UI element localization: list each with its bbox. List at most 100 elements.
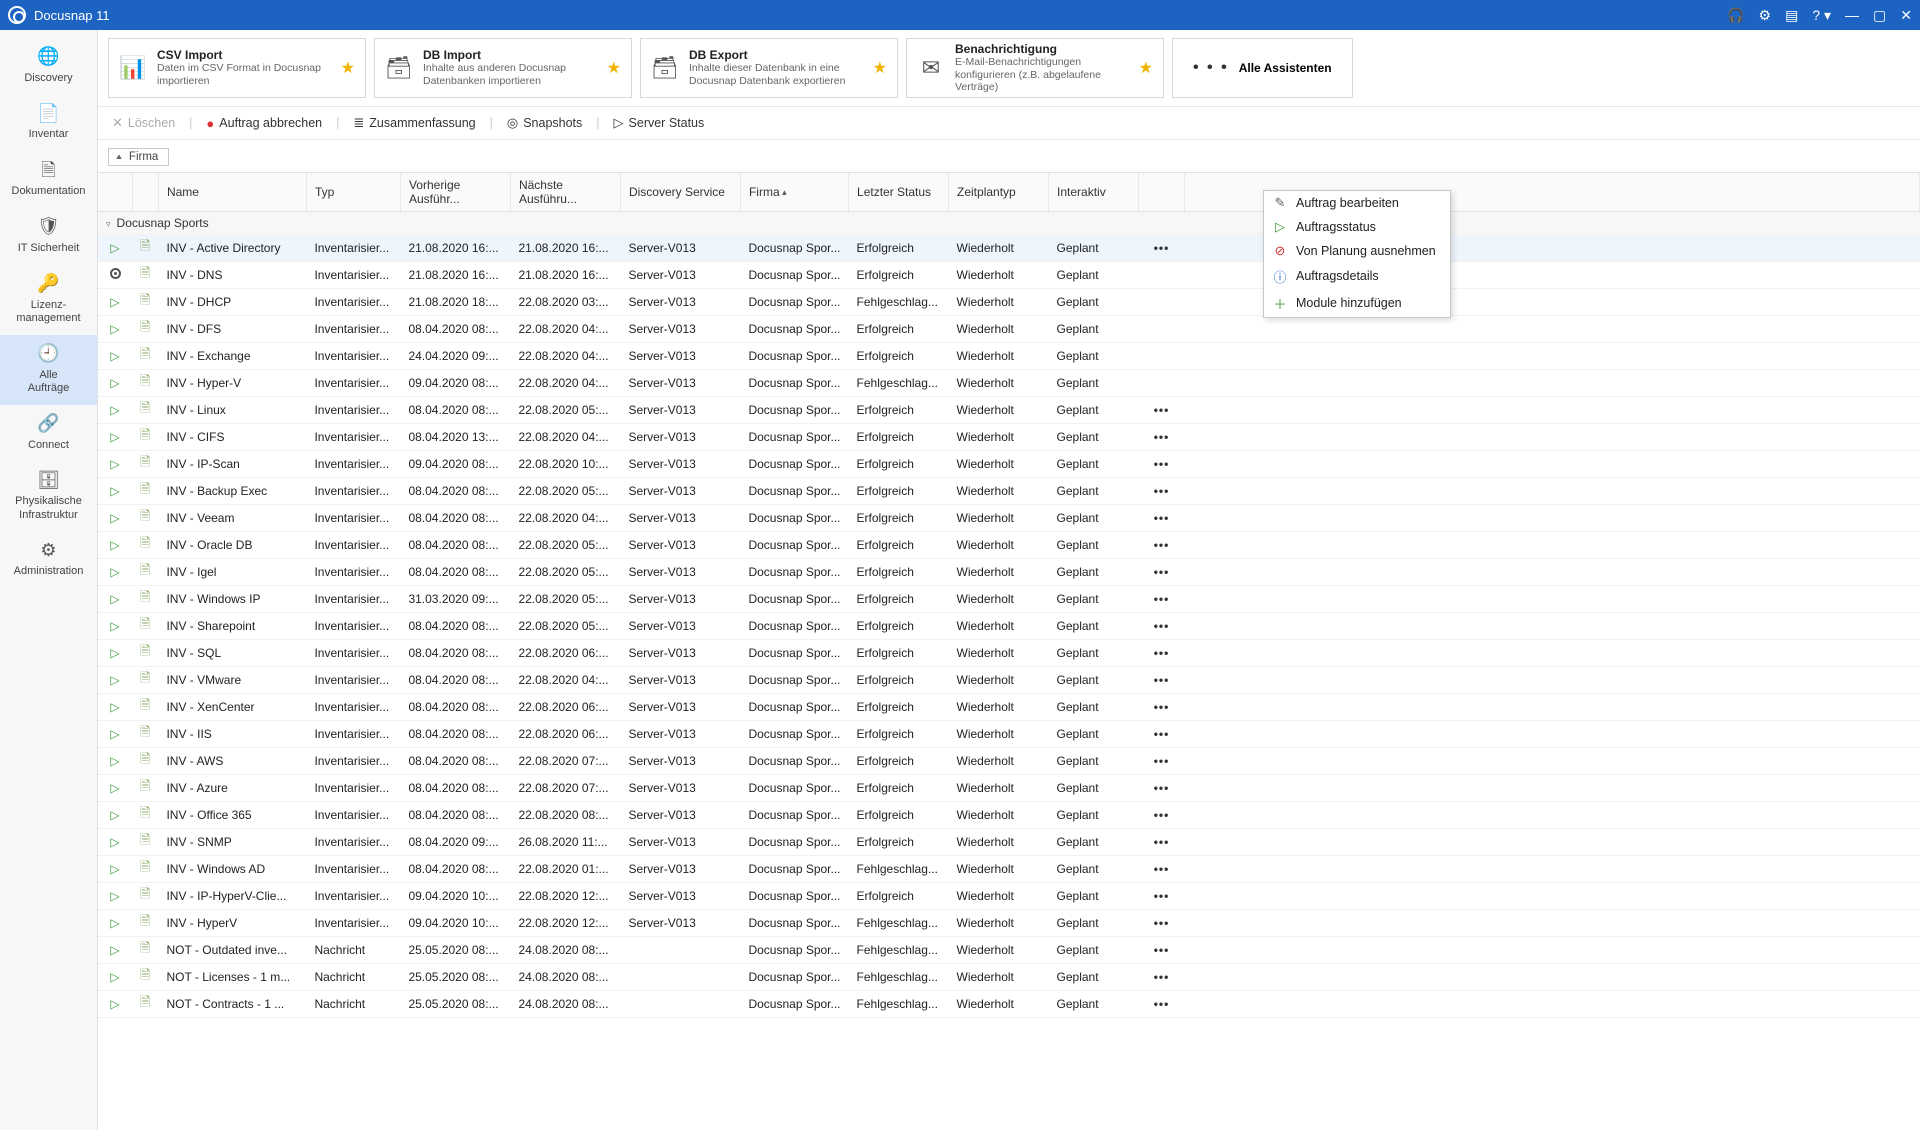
maximize-icon[interactable]: ▢ bbox=[1873, 7, 1886, 24]
row-actions-button[interactable]: ••• bbox=[1139, 990, 1185, 1017]
table-row[interactable]: ▷🗎INV - Hyper-VInventarisier...09.04.202… bbox=[98, 369, 1920, 396]
table-row[interactable]: ▷🗎INV - VMwareInventarisier...08.04.2020… bbox=[98, 666, 1920, 693]
cancel-job-button[interactable]: ● Auftrag abbrechen bbox=[206, 116, 322, 131]
row-actions-button[interactable] bbox=[1139, 261, 1185, 288]
column-header[interactable]: Zeitplantyp bbox=[949, 172, 1049, 211]
column-header[interactable] bbox=[98, 172, 132, 211]
column-header[interactable]: Letzter Status bbox=[849, 172, 949, 211]
table-row[interactable]: ▷🗎INV - SNMPInventarisier...08.04.2020 0… bbox=[98, 828, 1920, 855]
table-row[interactable]: ▷🗎NOT - Contracts - 1 ...Nachricht25.05.… bbox=[98, 990, 1920, 1017]
settings-icon[interactable]: ⚙ bbox=[1759, 7, 1772, 24]
row-actions-button[interactable]: ••• bbox=[1139, 531, 1185, 558]
row-actions-button[interactable]: ••• bbox=[1139, 450, 1185, 477]
table-row[interactable]: ▷🗎INV - XenCenterInventarisier...08.04.2… bbox=[98, 693, 1920, 720]
row-actions-button[interactable]: ••• bbox=[1139, 882, 1185, 909]
table-row[interactable]: ▷🗎INV - SQLInventarisier...08.04.2020 08… bbox=[98, 639, 1920, 666]
row-actions-button[interactable] bbox=[1139, 342, 1185, 369]
column-header[interactable]: Discovery Service bbox=[620, 172, 740, 211]
table-row[interactable]: ▷🗎INV - DHCPInventarisier...21.08.2020 1… bbox=[98, 288, 1920, 315]
row-actions-button[interactable]: ••• bbox=[1139, 396, 1185, 423]
row-actions-button[interactable]: ••• bbox=[1139, 666, 1185, 693]
sidebar-item-alle-auftr-ge[interactable]: 🕘Alle Aufträge bbox=[0, 335, 97, 405]
row-actions-button[interactable]: ••• bbox=[1139, 504, 1185, 531]
column-header[interactable]: Interaktiv bbox=[1049, 172, 1139, 211]
card-notification[interactable]: ✉ Benachrichtigung E-Mail-Benachrichtigu… bbox=[906, 38, 1164, 98]
help-icon[interactable]: ? ▾ bbox=[1812, 7, 1831, 24]
row-actions-button[interactable]: ••• bbox=[1139, 720, 1185, 747]
column-header[interactable]: Nächste Ausführu... bbox=[510, 172, 620, 211]
column-header[interactable]: Vorherige Ausführ... bbox=[400, 172, 510, 211]
server-status-button[interactable]: ▷ Server Status bbox=[614, 115, 705, 131]
table-row[interactable]: ▷🗎INV - Office 365Inventarisier...08.04.… bbox=[98, 801, 1920, 828]
row-actions-button[interactable]: ••• bbox=[1139, 558, 1185, 585]
context-menu-item-plus[interactable]: ＋Module hinzufügen bbox=[1264, 290, 1450, 317]
row-actions-button[interactable]: ••• bbox=[1139, 585, 1185, 612]
row-actions-button[interactable]: ••• bbox=[1139, 639, 1185, 666]
table-row[interactable]: ▷🗎INV - SharepointInventarisier...08.04.… bbox=[98, 612, 1920, 639]
star-icon[interactable]: ★ bbox=[873, 58, 887, 78]
table-row[interactable]: ▷🗎INV - Windows IPInventarisier...31.03.… bbox=[98, 585, 1920, 612]
table-row[interactable]: ▷🗎INV - HyperVInventarisier...09.04.2020… bbox=[98, 909, 1920, 936]
table-row[interactable]: ▷🗎INV - IISInventarisier...08.04.2020 08… bbox=[98, 720, 1920, 747]
sidebar-item-physikalische-infrastruktur[interactable]: 🗄Physikalische Infrastruktur bbox=[0, 462, 97, 532]
row-actions-button[interactable] bbox=[1139, 288, 1185, 315]
row-actions-button[interactable]: ••• bbox=[1139, 855, 1185, 882]
sidebar-item-discovery[interactable]: 🌐Discovery bbox=[0, 38, 97, 95]
table-row[interactable]: ▷🗎INV - Oracle DBInventarisier...08.04.2… bbox=[98, 531, 1920, 558]
table-row[interactable]: ▷🗎NOT - Outdated inve...Nachricht25.05.2… bbox=[98, 936, 1920, 963]
star-icon[interactable]: ★ bbox=[1139, 58, 1153, 78]
card-db-export[interactable]: 🗃 DB Export Inhalte dieser Datenbank in … bbox=[640, 38, 898, 98]
context-menu-item-info[interactable]: ⓘAuftragsdetails bbox=[1264, 263, 1450, 290]
table-row[interactable]: ▷🗎INV - AWSInventarisier...08.04.2020 08… bbox=[98, 747, 1920, 774]
row-actions-button[interactable]: ••• bbox=[1139, 936, 1185, 963]
column-header[interactable] bbox=[132, 172, 158, 211]
group-header-row[interactable]: ▿Docusnap Sports bbox=[98, 211, 1920, 234]
table-row[interactable]: 🗎INV - DNSInventarisier...21.08.2020 16:… bbox=[98, 261, 1920, 288]
table-row[interactable]: ▷🗎INV - ExchangeInventarisier...24.04.20… bbox=[98, 342, 1920, 369]
close-icon[interactable]: ✕ bbox=[1900, 7, 1912, 24]
table-row[interactable]: ▷🗎INV - CIFSInventarisier...08.04.2020 1… bbox=[98, 423, 1920, 450]
table-row[interactable]: ▷🗎INV - Windows ADInventarisier...08.04.… bbox=[98, 855, 1920, 882]
headset-icon[interactable]: 🎧 bbox=[1727, 7, 1744, 24]
context-menu-item-edit[interactable]: ✎Auftrag bearbeiten bbox=[1264, 191, 1450, 215]
table-row[interactable]: ▷🗎INV - IP-HyperV-Clie...Inventarisier..… bbox=[98, 882, 1920, 909]
column-header[interactable]: Typ bbox=[306, 172, 400, 211]
card-all-assistants[interactable]: • • • Alle Assistenten bbox=[1172, 38, 1353, 98]
row-actions-button[interactable]: ••• bbox=[1139, 774, 1185, 801]
star-icon[interactable]: ★ bbox=[341, 58, 355, 78]
column-header[interactable]: Firma bbox=[740, 172, 848, 211]
row-actions-button[interactable]: ••• bbox=[1139, 612, 1185, 639]
card-csv-import[interactable]: 📊 CSV Import Daten im CSV Format in Docu… bbox=[108, 38, 366, 98]
star-icon[interactable]: ★ bbox=[607, 58, 621, 78]
table-row[interactable]: ▷🗎INV - AzureInventarisier...08.04.2020 … bbox=[98, 774, 1920, 801]
sidebar-item-administration[interactable]: ⚙Administration bbox=[0, 532, 97, 589]
snapshots-button[interactable]: ◎ Snapshots bbox=[507, 115, 582, 131]
table-row[interactable]: ▷🗎INV - LinuxInventarisier...08.04.2020 … bbox=[98, 396, 1920, 423]
sidebar-item-inventar[interactable]: 📄Inventar bbox=[0, 95, 97, 152]
delete-button[interactable]: ✕ Löschen bbox=[112, 115, 175, 131]
table-row[interactable]: ▷🗎INV - DFSInventarisier...08.04.2020 08… bbox=[98, 315, 1920, 342]
row-actions-button[interactable]: ••• bbox=[1139, 234, 1185, 261]
group-chip-firma[interactable]: Firma bbox=[108, 148, 169, 166]
row-actions-button[interactable]: ••• bbox=[1139, 828, 1185, 855]
summary-button[interactable]: ≣ Zusammenfassung bbox=[353, 115, 475, 131]
row-actions-button[interactable]: ••• bbox=[1139, 477, 1185, 504]
row-actions-button[interactable] bbox=[1139, 315, 1185, 342]
table-row[interactable]: ▷🗎INV - IP-ScanInventarisier...09.04.202… bbox=[98, 450, 1920, 477]
column-header[interactable] bbox=[1139, 172, 1185, 211]
context-menu-item-play[interactable]: ▷Auftragsstatus bbox=[1264, 215, 1450, 239]
table-row[interactable]: ▷🗎INV - VeeamInventarisier...08.04.2020 … bbox=[98, 504, 1920, 531]
table-row[interactable]: ▷🗎NOT - Licenses - 1 m...Nachricht25.05.… bbox=[98, 963, 1920, 990]
row-actions-button[interactable]: ••• bbox=[1139, 963, 1185, 990]
table-row[interactable]: ▷🗎INV - Active DirectoryInventarisier...… bbox=[98, 234, 1920, 261]
table-row[interactable]: ▷🗎INV - IgelInventarisier...08.04.2020 0… bbox=[98, 558, 1920, 585]
device-icon[interactable]: ▤ bbox=[1785, 7, 1798, 24]
sidebar-item-lizenz-management[interactable]: 🔑Lizenz- management bbox=[0, 265, 97, 335]
sidebar-item-it-sicherheit[interactable]: 🛡IT Sicherheit bbox=[0, 208, 97, 265]
column-header[interactable]: Name bbox=[158, 172, 306, 211]
row-actions-button[interactable]: ••• bbox=[1139, 747, 1185, 774]
row-actions-button[interactable]: ••• bbox=[1139, 693, 1185, 720]
sidebar-item-dokumentation[interactable]: 🗎Dokumentation bbox=[0, 152, 97, 209]
row-actions-button[interactable]: ••• bbox=[1139, 801, 1185, 828]
row-actions-button[interactable]: ••• bbox=[1139, 423, 1185, 450]
